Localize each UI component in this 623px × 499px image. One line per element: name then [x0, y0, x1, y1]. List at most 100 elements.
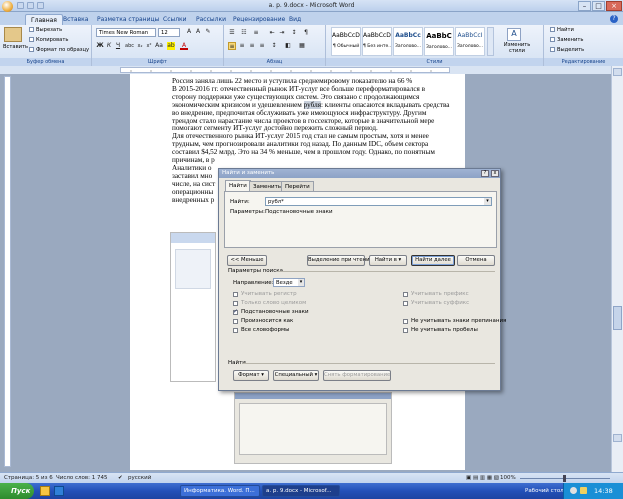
style-normal[interactable]: AaBbCcDc ¶ Обычный [331, 27, 361, 56]
paste-button[interactable]: Вставить [3, 44, 28, 50]
scroll-up-button[interactable] [613, 68, 622, 76]
dialog-close-button[interactable]: x [491, 170, 499, 177]
page-count[interactable]: Страница: 5 из 6 [4, 474, 53, 483]
find-history-dropdown[interactable]: ▾ [484, 198, 491, 205]
align-right-button[interactable]: ≡ [248, 42, 256, 50]
tab-goto[interactable]: Перейти [281, 181, 314, 191]
dialog-help-button[interactable]: ? [481, 170, 489, 177]
underline-button[interactable]: Ч [114, 42, 122, 50]
ignore-whitespace-checkbox[interactable] [403, 328, 408, 333]
scroll-thumb[interactable] [613, 306, 622, 330]
sort-button[interactable]: ↕ [290, 29, 298, 37]
taskbar-item-informatika[interactable]: Информатика. Word. П... [180, 485, 260, 497]
word-count[interactable]: Число слов: 1 745 [56, 474, 108, 483]
justify-button[interactable]: ≡ [258, 42, 266, 50]
highlight-button[interactable]: ab [167, 42, 175, 50]
match-suffix-checkbox[interactable] [403, 301, 408, 306]
taskbar-item-word[interactable]: а. р. 9.docx - Microsof... [262, 485, 340, 497]
network-icon[interactable] [580, 487, 587, 494]
paste-icon[interactable] [4, 27, 22, 42]
font-name-select[interactable]: Times New Roman [96, 28, 156, 37]
copy-button[interactable]: Копировать [29, 37, 68, 43]
bold-button[interactable]: Ж [96, 42, 104, 50]
align-left-button[interactable]: ≡ [228, 42, 236, 50]
grow-font-button[interactable]: A [185, 28, 193, 36]
match-case-checkbox[interactable] [233, 292, 238, 297]
bullets-button[interactable]: ☰ [228, 29, 236, 37]
align-center-button[interactable]: ≡ [238, 42, 246, 50]
style-heading-1[interactable]: AaBbCc Заголово... [393, 27, 423, 56]
cancel-button[interactable]: Отмена [457, 255, 495, 266]
find-button[interactable]: Найти [550, 27, 574, 33]
maximize-button[interactable]: □ [592, 1, 605, 11]
decrease-indent-button[interactable]: ⇤ [268, 29, 276, 37]
clear-formatting-button[interactable]: Снять форматирование [323, 370, 391, 381]
select-button[interactable]: Выделить [550, 47, 584, 53]
chevron-down-icon[interactable]: ▾ [298, 279, 304, 286]
tab-page-layout[interactable]: Разметка страницы [92, 14, 164, 25]
less-button[interactable]: << Меньше [227, 255, 267, 266]
sounds-like-checkbox[interactable] [233, 319, 238, 324]
find-in-button[interactable]: Найти в ▾ [369, 255, 407, 266]
zoom-slider-thumb[interactable] [563, 475, 566, 482]
special-button[interactable]: Специальный ▾ [273, 370, 319, 381]
numbering-button[interactable]: ☷ [240, 29, 248, 37]
multilevel-list-button[interactable]: ≡ [252, 29, 260, 37]
tab-mailings[interactable]: Рассылки [191, 14, 231, 25]
font-size-select[interactable]: 12 [158, 28, 180, 37]
show-marks-button[interactable]: ¶ [302, 29, 310, 37]
superscript-button[interactable]: x² [145, 42, 153, 50]
tab-view[interactable]: Вид [284, 14, 306, 25]
style-no-spacing[interactable]: AaBbCcDc ¶ Без инте... [362, 27, 392, 56]
horizontal-ruler[interactable] [120, 67, 450, 73]
match-prefix-checkbox[interactable] [403, 292, 408, 297]
language[interactable]: русский [128, 474, 151, 483]
tab-review[interactable]: Рецензирование [228, 14, 290, 25]
line-spacing-button[interactable]: ↕ [270, 42, 278, 50]
close-button[interactable]: × [606, 1, 622, 11]
subscript-button[interactable]: x₂ [136, 42, 144, 50]
italic-button[interactable]: К [105, 42, 113, 50]
clear-format-button[interactable]: ✎ [204, 28, 212, 36]
clock[interactable]: 14:38 [594, 485, 613, 497]
change-styles-button[interactable]: Изменить стили [498, 42, 536, 54]
all-word-forms-checkbox[interactable] [233, 328, 238, 333]
desktop-toolbar[interactable]: Рабочий стол [525, 485, 564, 497]
tab-find[interactable]: Найти [225, 180, 251, 191]
font-color-button[interactable]: A [180, 42, 188, 50]
tab-insert[interactable]: Вставка [58, 14, 93, 25]
format-painter-button[interactable]: Формат по образцу [29, 47, 89, 53]
ie-icon[interactable] [54, 486, 64, 496]
wildcards-checkbox[interactable] [233, 308, 238, 315]
quicklaunch-icon[interactable] [40, 486, 50, 496]
format-button[interactable]: Формат ▾ [233, 370, 269, 381]
scroll-down-button[interactable] [613, 434, 622, 442]
zoom-level[interactable]: 100% [500, 474, 516, 483]
shading-button[interactable]: ◧ [284, 42, 292, 50]
tab-references[interactable]: Ссылки [158, 14, 192, 25]
increase-indent-button[interactable]: ⇥ [278, 29, 286, 37]
shrink-font-button[interactable]: A [194, 28, 202, 36]
view-buttons[interactable]: ▣ ▤ ▥ ▦ ▧ [466, 474, 499, 483]
find-input[interactable]: рубл* [265, 197, 492, 206]
vertical-scrollbar[interactable] [611, 66, 623, 472]
tab-replace[interactable]: Заменить [249, 181, 286, 191]
borders-button[interactable]: ▦ [298, 42, 306, 50]
replace-button[interactable]: Заменить [550, 37, 583, 43]
volume-icon[interactable] [570, 487, 577, 494]
vertical-ruler[interactable] [4, 76, 11, 467]
whole-word-checkbox[interactable] [233, 301, 238, 306]
change-case-button[interactable]: Aa [155, 42, 163, 50]
style-heading-3[interactable]: AaBbCcI Заголово... [455, 27, 485, 56]
cut-button[interactable]: Вырезать [29, 27, 62, 33]
strikethrough-button[interactable]: abc [125, 42, 134, 50]
spellcheck-icon[interactable]: ✔ [118, 474, 123, 483]
minimize-button[interactable]: – [578, 1, 591, 11]
ignore-punctuation-checkbox[interactable] [403, 319, 408, 324]
find-next-button[interactable]: Найти далее [411, 255, 455, 266]
style-heading-2[interactable]: AaBbC Заголово... [424, 27, 454, 56]
start-button[interactable]: Пуск [0, 483, 34, 499]
help-icon[interactable]: ? [610, 15, 618, 23]
styles-scroll[interactable] [487, 27, 494, 56]
reading-highlight-button[interactable]: Выделение при чтении ▾ [307, 255, 377, 266]
